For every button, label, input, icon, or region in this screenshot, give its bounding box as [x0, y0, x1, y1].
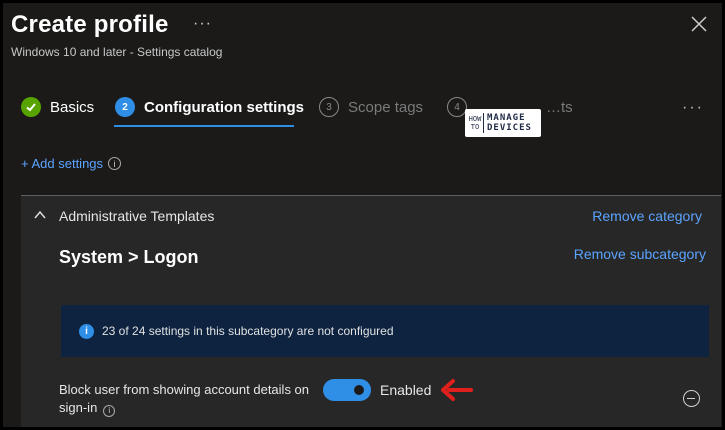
logo-line2: DEVICES: [487, 123, 532, 133]
add-settings-label: + Add settings: [21, 156, 104, 171]
arrow-left-icon: [441, 379, 473, 401]
step-number: 4: [447, 97, 467, 117]
add-settings-link[interactable]: + Add settings i: [21, 156, 122, 171]
step-scope-tags[interactable]: 3 Scope tags: [319, 97, 423, 117]
page-subtitle: Windows 10 and later - Settings catalog: [11, 45, 223, 59]
close-icon[interactable]: [690, 15, 708, 33]
create-profile-blade: Create profile ··· Windows 10 and later …: [0, 0, 725, 430]
subcategory-title: System > Logon: [59, 247, 199, 267]
info-banner: i 23 of 24 settings in this subcategory …: [61, 305, 709, 357]
step-label: …ts: [546, 98, 573, 116]
setting-label: Block user from showing account details …: [59, 381, 319, 417]
logo-how-to: HOW TO: [468, 115, 482, 131]
info-icon[interactable]: i: [103, 405, 116, 417]
more-icon[interactable]: ···: [193, 15, 212, 33]
category-name: Administrative Templates: [59, 208, 215, 224]
active-step-underline: [114, 125, 294, 127]
banner-text: 23 of 24 settings in this subcategory ar…: [102, 324, 394, 338]
remove-subcategory-link[interactable]: Remove subcategory: [574, 246, 706, 262]
check-icon: [21, 97, 41, 117]
step-basics[interactable]: Basics: [21, 97, 94, 117]
step-label: Basics: [50, 98, 95, 116]
toggle-state-label: Enabled: [380, 382, 432, 398]
page-title: Create profile: [11, 11, 169, 38]
step-number: 2: [115, 97, 135, 117]
remove-circle-icon[interactable]: [683, 390, 700, 407]
info-icon: i: [79, 323, 94, 339]
step-configuration-settings[interactable]: 2 Configuration settings: [115, 97, 304, 117]
setting-label-text: Block user from showing account details …: [59, 382, 310, 415]
wizard-steps: Basics 2 Configuration settings 3 Scope …: [17, 97, 717, 131]
step-label: Configuration settings: [144, 98, 304, 116]
watermark-logo: HOW TO MANAGE DEVICES: [465, 109, 541, 137]
info-icon[interactable]: i: [108, 157, 122, 170]
setting-toggle[interactable]: [323, 379, 371, 401]
remove-category-link[interactable]: Remove category: [592, 208, 702, 224]
chevron-up-icon[interactable]: [33, 208, 47, 222]
logo-line1: MANAGE: [487, 113, 526, 123]
more-steps-icon[interactable]: ···: [682, 99, 704, 117]
step-label: Scope tags: [348, 98, 424, 116]
step-number: 3: [319, 97, 339, 117]
toggle-knob: [354, 385, 364, 395]
